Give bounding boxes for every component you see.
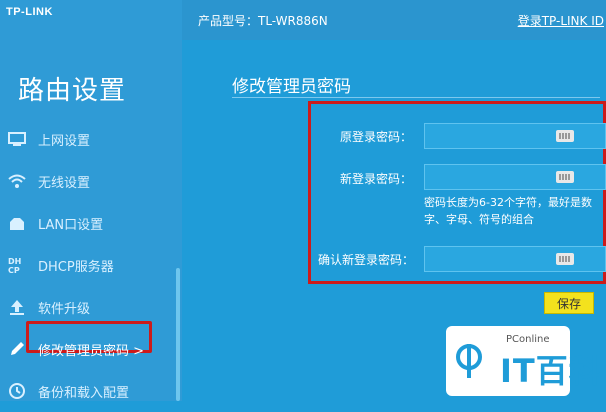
sidebar: TP-LINK 路由设置 上网设置 无线设置 LAN口设置 DH CP DHCP服… bbox=[0, 0, 182, 401]
sidebar-item-backup[interactable]: 备份和载入配置 bbox=[0, 370, 182, 412]
watermark-small-text: PConline bbox=[506, 334, 550, 345]
sidebar-item-label: 软件升级 bbox=[38, 302, 91, 317]
wifi-icon bbox=[8, 174, 26, 188]
keyboard-icon[interactable] bbox=[556, 130, 574, 142]
sidebar-item-label: 无线设置 bbox=[38, 176, 91, 191]
sidebar-item-label: 修改管理员密码 > bbox=[38, 344, 145, 359]
new-password-label: 新登录密码： bbox=[340, 172, 413, 186]
svg-text:CP: CP bbox=[8, 266, 20, 274]
lan-icon bbox=[10, 218, 24, 230]
old-password-label: 原登录密码： bbox=[340, 130, 413, 144]
title-divider bbox=[232, 97, 600, 98]
pencil-icon bbox=[11, 342, 24, 355]
pconline-logo-icon bbox=[456, 344, 482, 378]
top-bar: 产品型号：TL-WR886N 登录TP-LINK ID bbox=[182, 0, 606, 40]
login-tplink-id-link[interactable]: 登录TP-LINK ID bbox=[518, 12, 604, 29]
sidebar-item-label: LAN口设置 bbox=[38, 218, 104, 233]
sidebar-item-label: 备份和载入配置 bbox=[38, 386, 130, 401]
backup-clock-icon bbox=[9, 383, 25, 399]
sidebar-item-wireless[interactable]: 无线设置 bbox=[0, 160, 182, 202]
sidebar-item-admin-password[interactable]: 修改管理员密码 > bbox=[0, 321, 182, 370]
sidebar-item-internet[interactable]: 上网设置 bbox=[0, 118, 182, 160]
confirm-password-input[interactable] bbox=[424, 246, 606, 272]
old-password-input[interactable] bbox=[424, 123, 606, 149]
sidebar-item-dhcp[interactable]: DH CP DHCP服务器 bbox=[0, 244, 182, 286]
sidebar-title: 路由设置 bbox=[18, 76, 127, 106]
password-hint: 密码长度为6-32个字符，最好是数字、字母、符号的组合 bbox=[424, 196, 592, 226]
tp-link-logo: TP-LINK bbox=[6, 6, 53, 18]
keyboard-icon[interactable] bbox=[556, 171, 574, 183]
keyboard-icon[interactable] bbox=[556, 253, 574, 265]
product-model: 产品型号：TL-WR886N bbox=[198, 14, 328, 28]
new-password-input[interactable] bbox=[424, 164, 606, 190]
sidebar-item-lan[interactable]: LAN口设置 bbox=[0, 202, 182, 244]
watermark-big-text: IT百科 bbox=[500, 352, 602, 390]
sidebar-scrollbar[interactable] bbox=[176, 268, 180, 401]
upload-arrow-icon bbox=[10, 300, 24, 315]
dhcp-icon: DHCP bbox=[8, 257, 21, 274]
svg-text:DH: DH bbox=[8, 257, 21, 266]
page-title: 修改管理员密码 bbox=[232, 77, 351, 97]
monitor-icon bbox=[8, 132, 26, 146]
confirm-password-label: 确认新登录密码： bbox=[318, 253, 415, 267]
save-button[interactable]: 保存 bbox=[544, 292, 594, 314]
sidebar-item-label: DHCP服务器 bbox=[38, 260, 114, 275]
sidebar-item-label: 上网设置 bbox=[38, 134, 91, 149]
sidebar-nav: 上网设置 无线设置 LAN口设置 DH CP DHCP服务器 软件升级 修改管理员… bbox=[0, 118, 182, 412]
